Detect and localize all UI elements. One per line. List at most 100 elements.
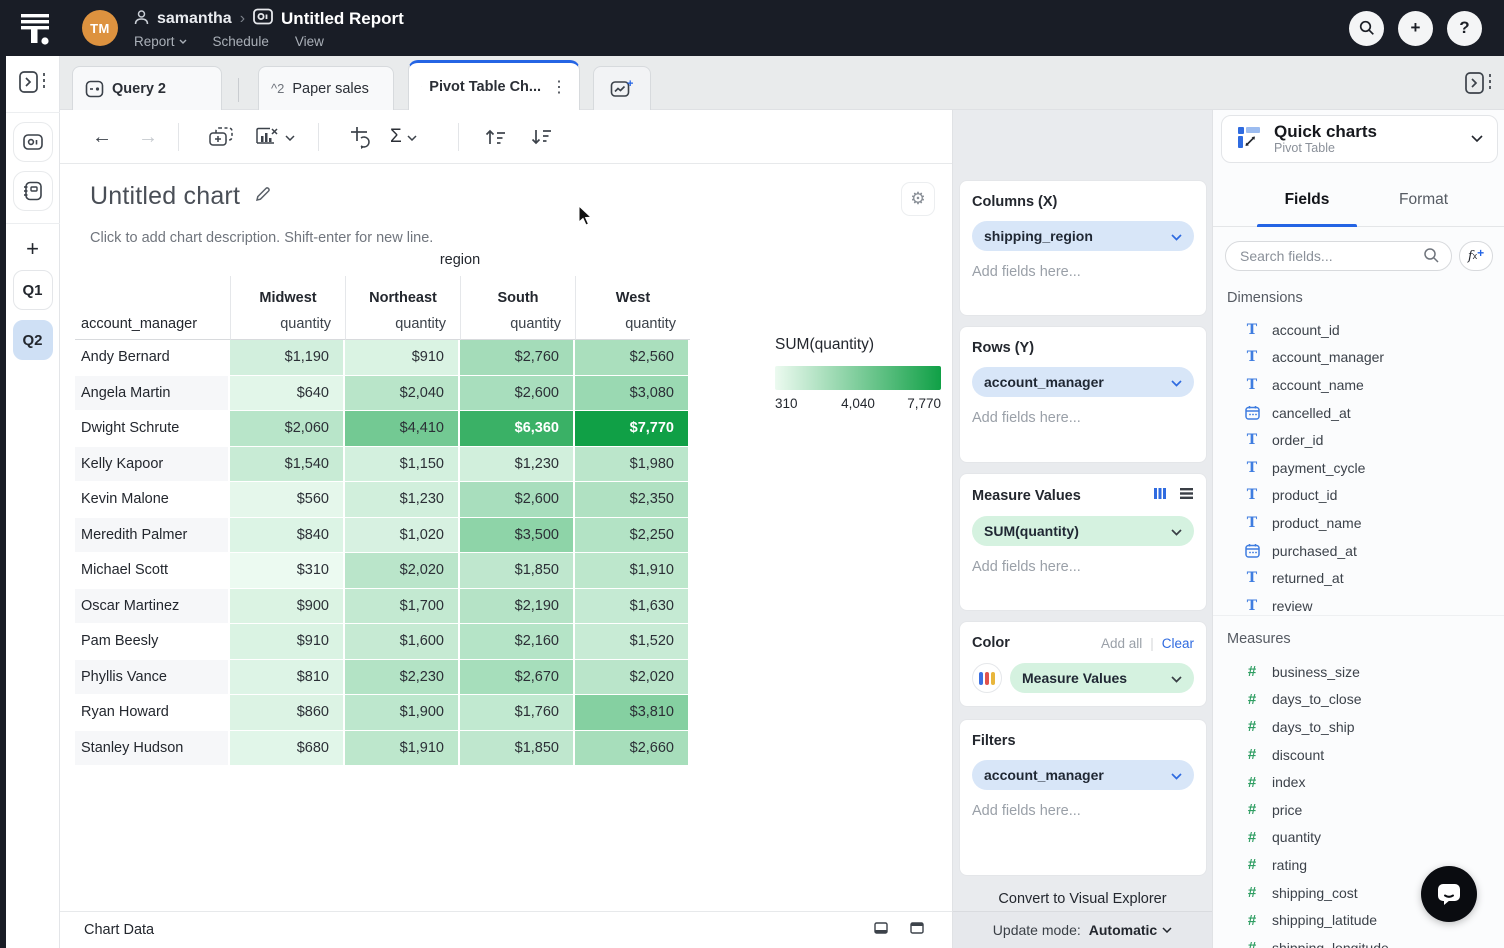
sidebar-item-q2[interactable]: Q2 (13, 320, 53, 360)
text-field-icon: T (1244, 377, 1260, 393)
new-chart-tab-button[interactable]: + (593, 66, 651, 110)
chart-data-bar: Chart Data (60, 911, 952, 948)
dimension-field-item[interactable]: Taccount_manager (1213, 344, 1504, 372)
column-header[interactable]: Northeast (345, 276, 460, 308)
measure-field-item[interactable]: #days_to_ship (1213, 713, 1504, 741)
measure-values-pill[interactable]: SUM(quantity) (972, 516, 1194, 546)
color-add-all-button[interactable]: Add all (1101, 636, 1142, 651)
quick-charts-selector[interactable]: Quick charts Pivot Table (1221, 115, 1498, 163)
tab-paper-sales[interactable]: ^2 Paper sales (258, 66, 394, 110)
undo-button[interactable]: ← (92, 110, 112, 164)
column-header[interactable]: South (460, 276, 575, 308)
dimension-field-item[interactable]: Taccount_id (1213, 316, 1504, 344)
panel-toggle-right-icon[interactable] (1462, 66, 1496, 100)
update-mode-select[interactable]: Automatic (1089, 922, 1172, 938)
sort-ascending-button[interactable] (484, 110, 508, 164)
pivot-value-cell: $1,850 (460, 731, 575, 767)
duplicate-chart-button[interactable] (208, 110, 234, 164)
search-button[interactable] (1349, 11, 1384, 46)
panel-toggle-icon[interactable] (18, 69, 48, 100)
add-button[interactable]: + (1398, 11, 1433, 46)
column-header[interactable]: Midwest (230, 276, 345, 308)
row-dimension-header[interactable]: account_manager (75, 308, 230, 340)
pivot-value-cell: $1,020 (345, 518, 460, 554)
chart-settings-button[interactable]: ⚙ (901, 182, 935, 216)
pivot-value-cell: $1,900 (345, 695, 460, 731)
avatar[interactable]: TM (82, 10, 118, 46)
columns-layout-icon[interactable] (1153, 487, 1167, 505)
breadcrumb-user[interactable]: samantha (157, 10, 232, 28)
pivot-value-cell: $1,850 (460, 553, 575, 589)
search-fields-input[interactable] (1225, 241, 1452, 271)
maximize-panel-icon[interactable] (910, 921, 924, 939)
dimension-field-item[interactable]: Taccount_name (1213, 371, 1504, 399)
sort-descending-button[interactable] (530, 110, 554, 164)
edit-pencil-icon[interactable] (254, 185, 272, 208)
pivot-row-label: Angela Martin (75, 376, 230, 412)
trevor-logo-icon[interactable] (18, 8, 56, 48)
field-label: shipping_longitude (1272, 940, 1389, 948)
pivot-value-cell: $2,600 (460, 376, 575, 412)
measure-field-item[interactable]: # index (1213, 768, 1504, 796)
column-header[interactable]: West (575, 276, 690, 308)
measure-field-item[interactable]: #quantity (1213, 824, 1504, 852)
notebook-nav-button[interactable] (13, 171, 53, 211)
measure-field-item[interactable]: #shipping_longitude (1213, 934, 1504, 948)
field-label: days_to_close (1272, 691, 1362, 707)
quick-charts-title: Quick charts (1274, 123, 1377, 142)
tab-fields[interactable]: Fields (1257, 172, 1357, 227)
measure-field-item[interactable]: #days_to_close (1213, 686, 1504, 714)
field-label: index (1272, 774, 1305, 790)
add-formula-button[interactable]: fx+ (1459, 241, 1493, 271)
dimension-field-item[interactable]: Tproduct_name (1213, 509, 1504, 537)
filters-pill[interactable]: account_manager (972, 760, 1194, 790)
dimension-field-item[interactable]: Tpayment_cycle (1213, 454, 1504, 482)
color-pill[interactable]: Measure Values (1010, 663, 1194, 693)
tab-pivot-table[interactable]: Pivot Table Ch... ⋮ (408, 60, 580, 110)
chat-support-button[interactable] (1421, 866, 1477, 922)
dimension-field-item[interactable]: Tproduct_id (1213, 482, 1504, 510)
dimension-field-item[interactable]: cancelled_at (1213, 399, 1504, 427)
add-fields-placeholder[interactable]: Add fields here... (972, 410, 1194, 426)
menu-schedule[interactable]: Schedule (213, 34, 269, 49)
columns-x-pill[interactable]: shipping_region (972, 221, 1194, 251)
chart-title[interactable]: Untitled chart (90, 182, 240, 211)
legend-title: SUM(quantity) (775, 336, 941, 354)
rows-y-pill[interactable]: account_manager (972, 367, 1194, 397)
add-fields-placeholder[interactable]: Add fields here... (972, 559, 1194, 575)
measure-field-item[interactable]: #discount (1213, 741, 1504, 769)
remove-chart-button[interactable] (254, 110, 295, 164)
sidebar-item-q1[interactable]: Q1 (13, 270, 53, 310)
chart-description-placeholder[interactable]: Click to add chart description. Shift-en… (90, 230, 433, 246)
add-fields-placeholder[interactable]: Add fields here... (972, 264, 1194, 280)
swap-axes-button[interactable] (348, 110, 372, 164)
rows-layout-icon[interactable] (1179, 487, 1194, 505)
tab-menu-kebab-icon[interactable]: ⋮ (551, 77, 567, 97)
dimension-field-item[interactable]: Treturned_at (1213, 564, 1504, 592)
chart-data-label[interactable]: Chart Data (84, 922, 154, 938)
tab-query-2[interactable]: Query 2 (72, 66, 222, 110)
menu-view[interactable]: View (295, 34, 324, 49)
pivot-value-cell: $1,760 (460, 695, 575, 731)
dimension-field-item[interactable]: Torder_id (1213, 426, 1504, 454)
measure-field-item[interactable]: #price (1213, 796, 1504, 824)
add-query-button[interactable]: + (26, 238, 39, 260)
pivot-value-cell: $310 (230, 553, 345, 589)
help-button[interactable]: ? (1447, 11, 1482, 46)
tab-format[interactable]: Format (1399, 172, 1448, 227)
report-nav-button[interactable] (13, 122, 53, 162)
aggregate-button[interactable]: Σ (390, 110, 417, 164)
add-fields-placeholder[interactable]: Add fields here... (972, 803, 1194, 819)
convert-to-visual-explorer-button[interactable]: Convert to Visual Explorer (953, 891, 1212, 907)
report-title[interactable]: Untitled Report (281, 9, 404, 29)
palette-icon[interactable] (972, 663, 1002, 693)
remove-chart-icon (254, 126, 280, 148)
minimize-panel-icon[interactable] (874, 921, 888, 939)
dimension-field-item[interactable]: purchased_at (1213, 537, 1504, 565)
redo-button[interactable]: → (138, 110, 158, 164)
menu-report[interactable]: Report (134, 34, 187, 49)
field-label: quantity (1272, 829, 1321, 845)
number-field-icon: # (1244, 774, 1260, 791)
color-clear-button[interactable]: Clear (1162, 636, 1194, 651)
measure-field-item[interactable]: #business_size (1213, 658, 1504, 686)
